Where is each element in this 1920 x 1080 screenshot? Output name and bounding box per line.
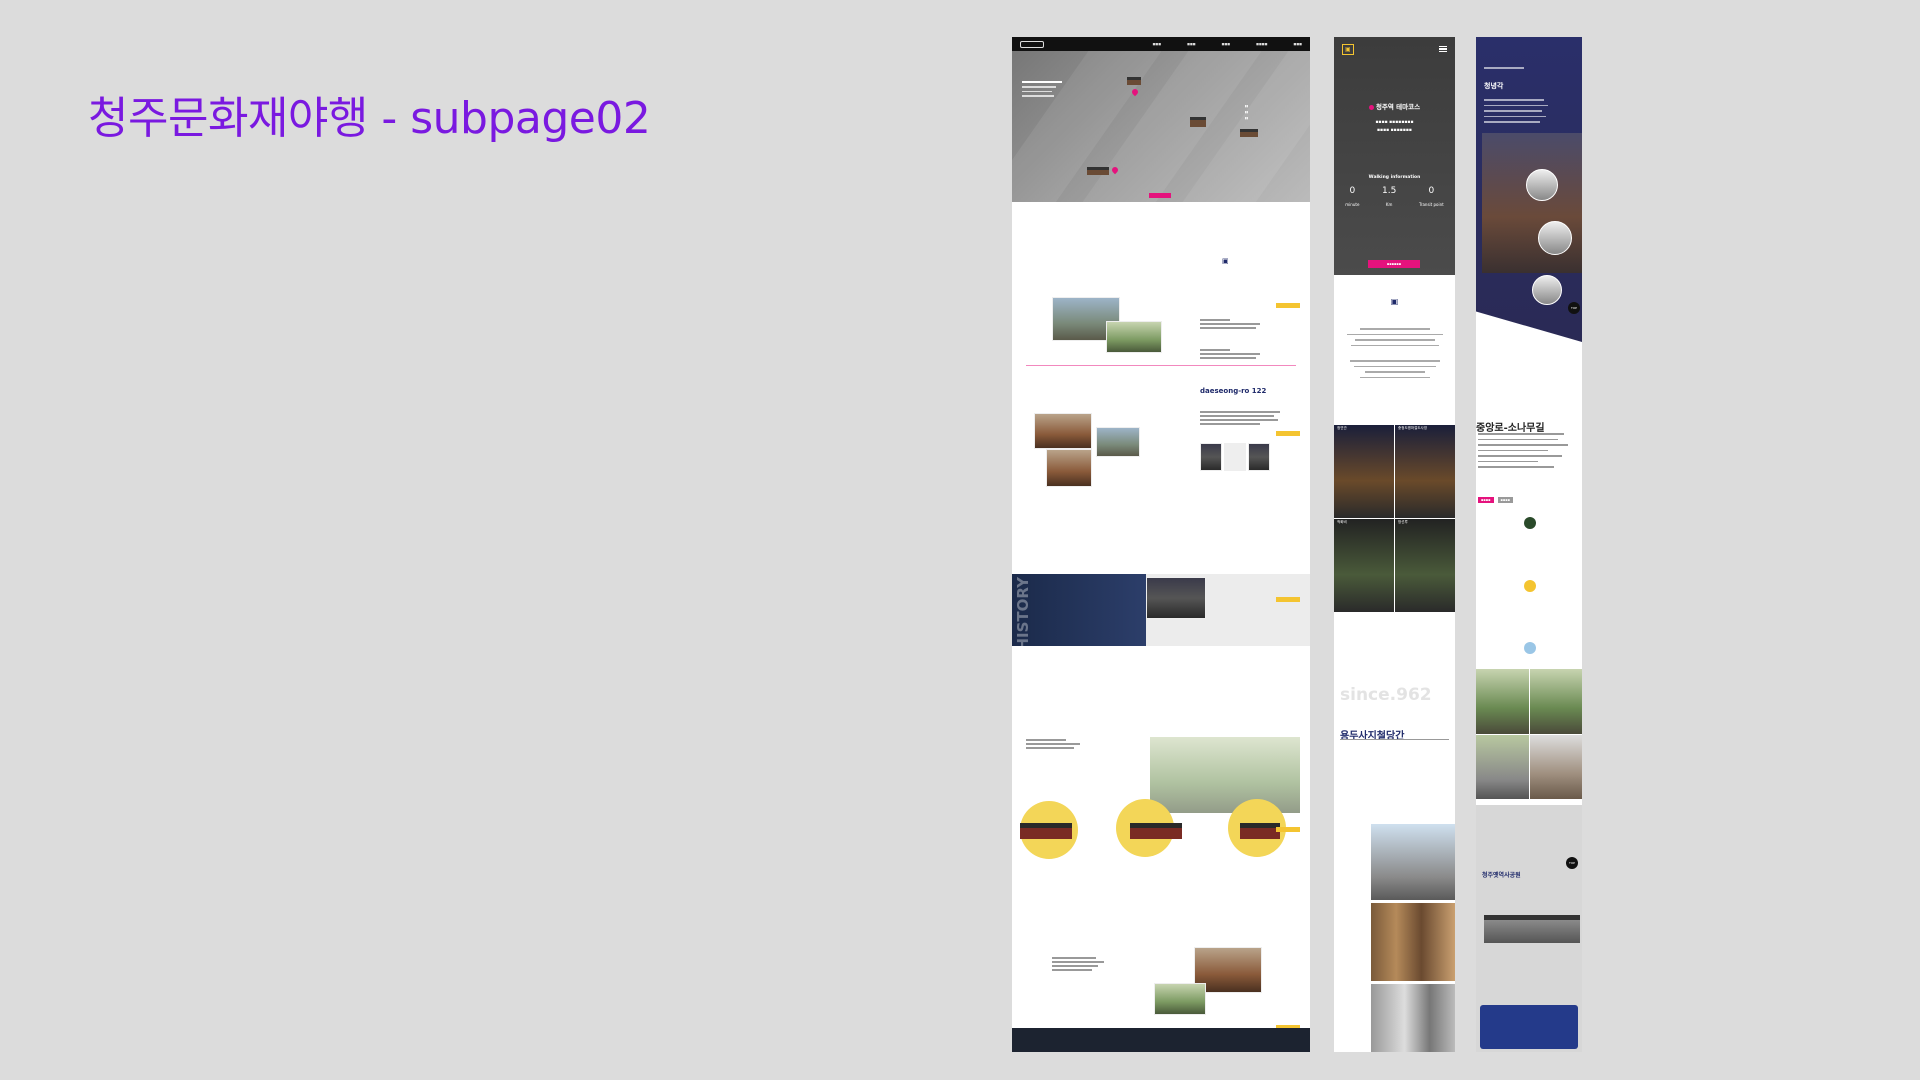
- map-building-icon: [1127, 77, 1141, 85]
- mobile2-tags: ▪▪▪▪ ▪▪▪▪: [1478, 497, 1513, 503]
- walking-stats: 0 minute 1.5 Km 0 Transit point: [1334, 186, 1455, 207]
- landmark-photo[interactable]: [1106, 321, 1162, 353]
- station-info-box: [1480, 1005, 1578, 1049]
- station-building-icon: [1484, 915, 1580, 943]
- hero-course-button[interactable]: [1149, 193, 1171, 198]
- street-photo[interactable]: [1034, 413, 1092, 449]
- mobile2-hero-text: [1484, 99, 1548, 127]
- mobile1-course-route: ▪▪▪▪ ▪▪▪▪▪▪▪▪ ▪▪▪▪ ▪▪▪▪▪▪▪: [1375, 120, 1414, 133]
- mobile2-heading: 중앙로-소나무길: [1476, 423, 1545, 434]
- top-button[interactable]: TOP: [1566, 857, 1578, 869]
- section-logo: ▣: [1222, 257, 1229, 265]
- desktop-nav-item[interactable]: ■■■: [1293, 42, 1302, 46]
- since-watermark: since.962: [1340, 685, 1432, 705]
- daeseong-heading: daeseong-ro 122: [1200, 387, 1267, 395]
- mobile1-hero: ▣ 청주역 테마코스 ▪▪▪▪ ▪▪▪▪▪▪▪▪ ▪▪▪▪ ▪▪▪▪▪▪▪ Wal…: [1334, 37, 1455, 275]
- book-cover[interactable]: [1248, 443, 1270, 471]
- tag-pink[interactable]: ▪▪▪▪: [1478, 497, 1494, 503]
- landmark-text: [1200, 319, 1260, 331]
- street-photo[interactable]: [1096, 427, 1140, 457]
- station-heading: 청주옛역사공원: [1482, 872, 1521, 879]
- mobile-mockup-1: ▣ 청주역 테마코스 ▪▪▪▪ ▪▪▪▪▪▪▪▪ ▪▪▪▪ ▪▪▪▪▪▪▪ Wal…: [1334, 37, 1455, 1052]
- detail-photo-circle[interactable]: [1538, 221, 1572, 255]
- book-cover[interactable]: [1224, 443, 1246, 471]
- mobile1-topbar: ▣: [1334, 37, 1455, 61]
- section-divider: [1026, 365, 1296, 366]
- grid-photo[interactable]: [1529, 734, 1582, 799]
- mobile2-hero-subtext: [1484, 67, 1524, 73]
- top-button[interactable]: TOP: [1568, 302, 1580, 314]
- grid-photo[interactable]: 청연관: [1334, 425, 1394, 518]
- hanok-building-icon: [1130, 823, 1182, 839]
- mobile1-course-title: 청주역 테마코스: [1334, 101, 1455, 111]
- grid-photo[interactable]: 척화비: [1334, 519, 1394, 612]
- grid-photo[interactable]: [1476, 669, 1529, 734]
- desktop-logo[interactable]: [1020, 40, 1044, 48]
- mobile1-brand-logo: ▣: [1390, 297, 1399, 306]
- grid-photo[interactable]: 충청도병마절도사영: [1395, 425, 1455, 518]
- section-tag[interactable]: [1276, 303, 1300, 308]
- mobile2-text: [1478, 433, 1568, 472]
- library-icon: [1524, 642, 1536, 654]
- heading-rule: [1340, 739, 1449, 740]
- hanok-photo[interactable]: [1150, 737, 1300, 813]
- mobile2-hero-name: 청녕각: [1484, 82, 1504, 90]
- desktop-nav-item[interactable]: ■■■■: [1256, 42, 1267, 46]
- hamburger-menu-icon[interactable]: [1439, 46, 1447, 52]
- grid-photo[interactable]: [1529, 669, 1582, 734]
- section-tag[interactable]: [1276, 827, 1300, 832]
- stat-minute: 0 minute: [1345, 186, 1360, 207]
- mobile2-station-section: 청주옛역사공원: [1476, 805, 1582, 1052]
- mobile-mockup-2: 청녕각 TOP 중앙로-소나무길 ▪▪▪▪ ▪▪▪▪ 청주옛역사공원 TOP: [1476, 37, 1582, 1052]
- mobile2-hero-photo: [1482, 133, 1582, 273]
- tag-gray[interactable]: ▪▪▪▪: [1497, 497, 1513, 503]
- page-title: 청주문화재야행 - subpage02: [88, 93, 651, 144]
- map-building-icon: [1190, 117, 1206, 127]
- mobile2-photo-grid: [1476, 669, 1582, 799]
- mobile1-photo-grid: 청연관 충청도병마절도사영 척화비 망선루: [1334, 425, 1455, 612]
- hanok-building-icon: [1020, 823, 1072, 839]
- stat-distance: 1.5 Km: [1382, 186, 1397, 207]
- grid-photo[interactable]: [1476, 734, 1529, 799]
- tree-icon: [1524, 517, 1536, 529]
- hero-walking-info: ▮▮ ▮▮ ▮▮: [1244, 104, 1248, 120]
- map-pin-icon[interactable]: [1130, 87, 1140, 97]
- last-section-text: [1052, 957, 1104, 973]
- mobile1-course-button[interactable]: ▪▪▪▪▪▪: [1368, 260, 1420, 268]
- section-tag[interactable]: [1276, 597, 1300, 602]
- map-building-icon: [1240, 129, 1258, 137]
- stat-transit: 0 Transit point: [1418, 186, 1444, 207]
- landmark-text: [1200, 349, 1260, 361]
- desktop-nav-item[interactable]: ■■■: [1222, 42, 1231, 46]
- hanok-building-icon: [1240, 823, 1280, 839]
- mobile1-intro-text: [1342, 328, 1447, 378]
- tower-photo[interactable]: [1371, 824, 1455, 900]
- detail-photo-circle[interactable]: [1526, 169, 1558, 201]
- hero-course-info: [1022, 81, 1062, 97]
- mobile1-logo[interactable]: ▣: [1342, 43, 1354, 55]
- map-building-icon: [1087, 167, 1109, 175]
- hanok-text: [1026, 739, 1080, 751]
- daeseong-text: [1200, 411, 1280, 427]
- grid-photo[interactable]: 망선루: [1395, 519, 1455, 612]
- desktop-mockup: ■■■ ■■■ ■■■ ■■■■ ■■■ ▮▮ ▮▮ ▮▮ ▣ daeseong…: [1012, 37, 1310, 1052]
- desktop-footer: [1012, 1028, 1310, 1052]
- desktop-nav-item[interactable]: ■■■: [1153, 42, 1162, 46]
- section-tag[interactable]: [1276, 431, 1300, 436]
- desktop-hero-map: ▮▮ ▮▮ ▮▮: [1012, 51, 1310, 202]
- pin-icon: [1368, 104, 1374, 110]
- last-section-photo[interactable]: [1154, 983, 1206, 1015]
- tower-photo[interactable]: [1371, 903, 1455, 981]
- detail-photo-circle[interactable]: [1532, 275, 1562, 305]
- history-word: HISTORY: [1014, 577, 1032, 651]
- street-photo[interactable]: [1046, 449, 1092, 487]
- cafe-icon: [1524, 580, 1536, 592]
- tower-photo[interactable]: [1371, 984, 1455, 1052]
- history-photo[interactable]: [1146, 577, 1206, 619]
- book-cover[interactable]: [1200, 443, 1222, 471]
- desktop-navbar: ■■■ ■■■ ■■■ ■■■■ ■■■: [1012, 37, 1310, 51]
- desktop-nav-item[interactable]: ■■■: [1187, 42, 1196, 46]
- walking-info-label: Walking information: [1368, 175, 1421, 180]
